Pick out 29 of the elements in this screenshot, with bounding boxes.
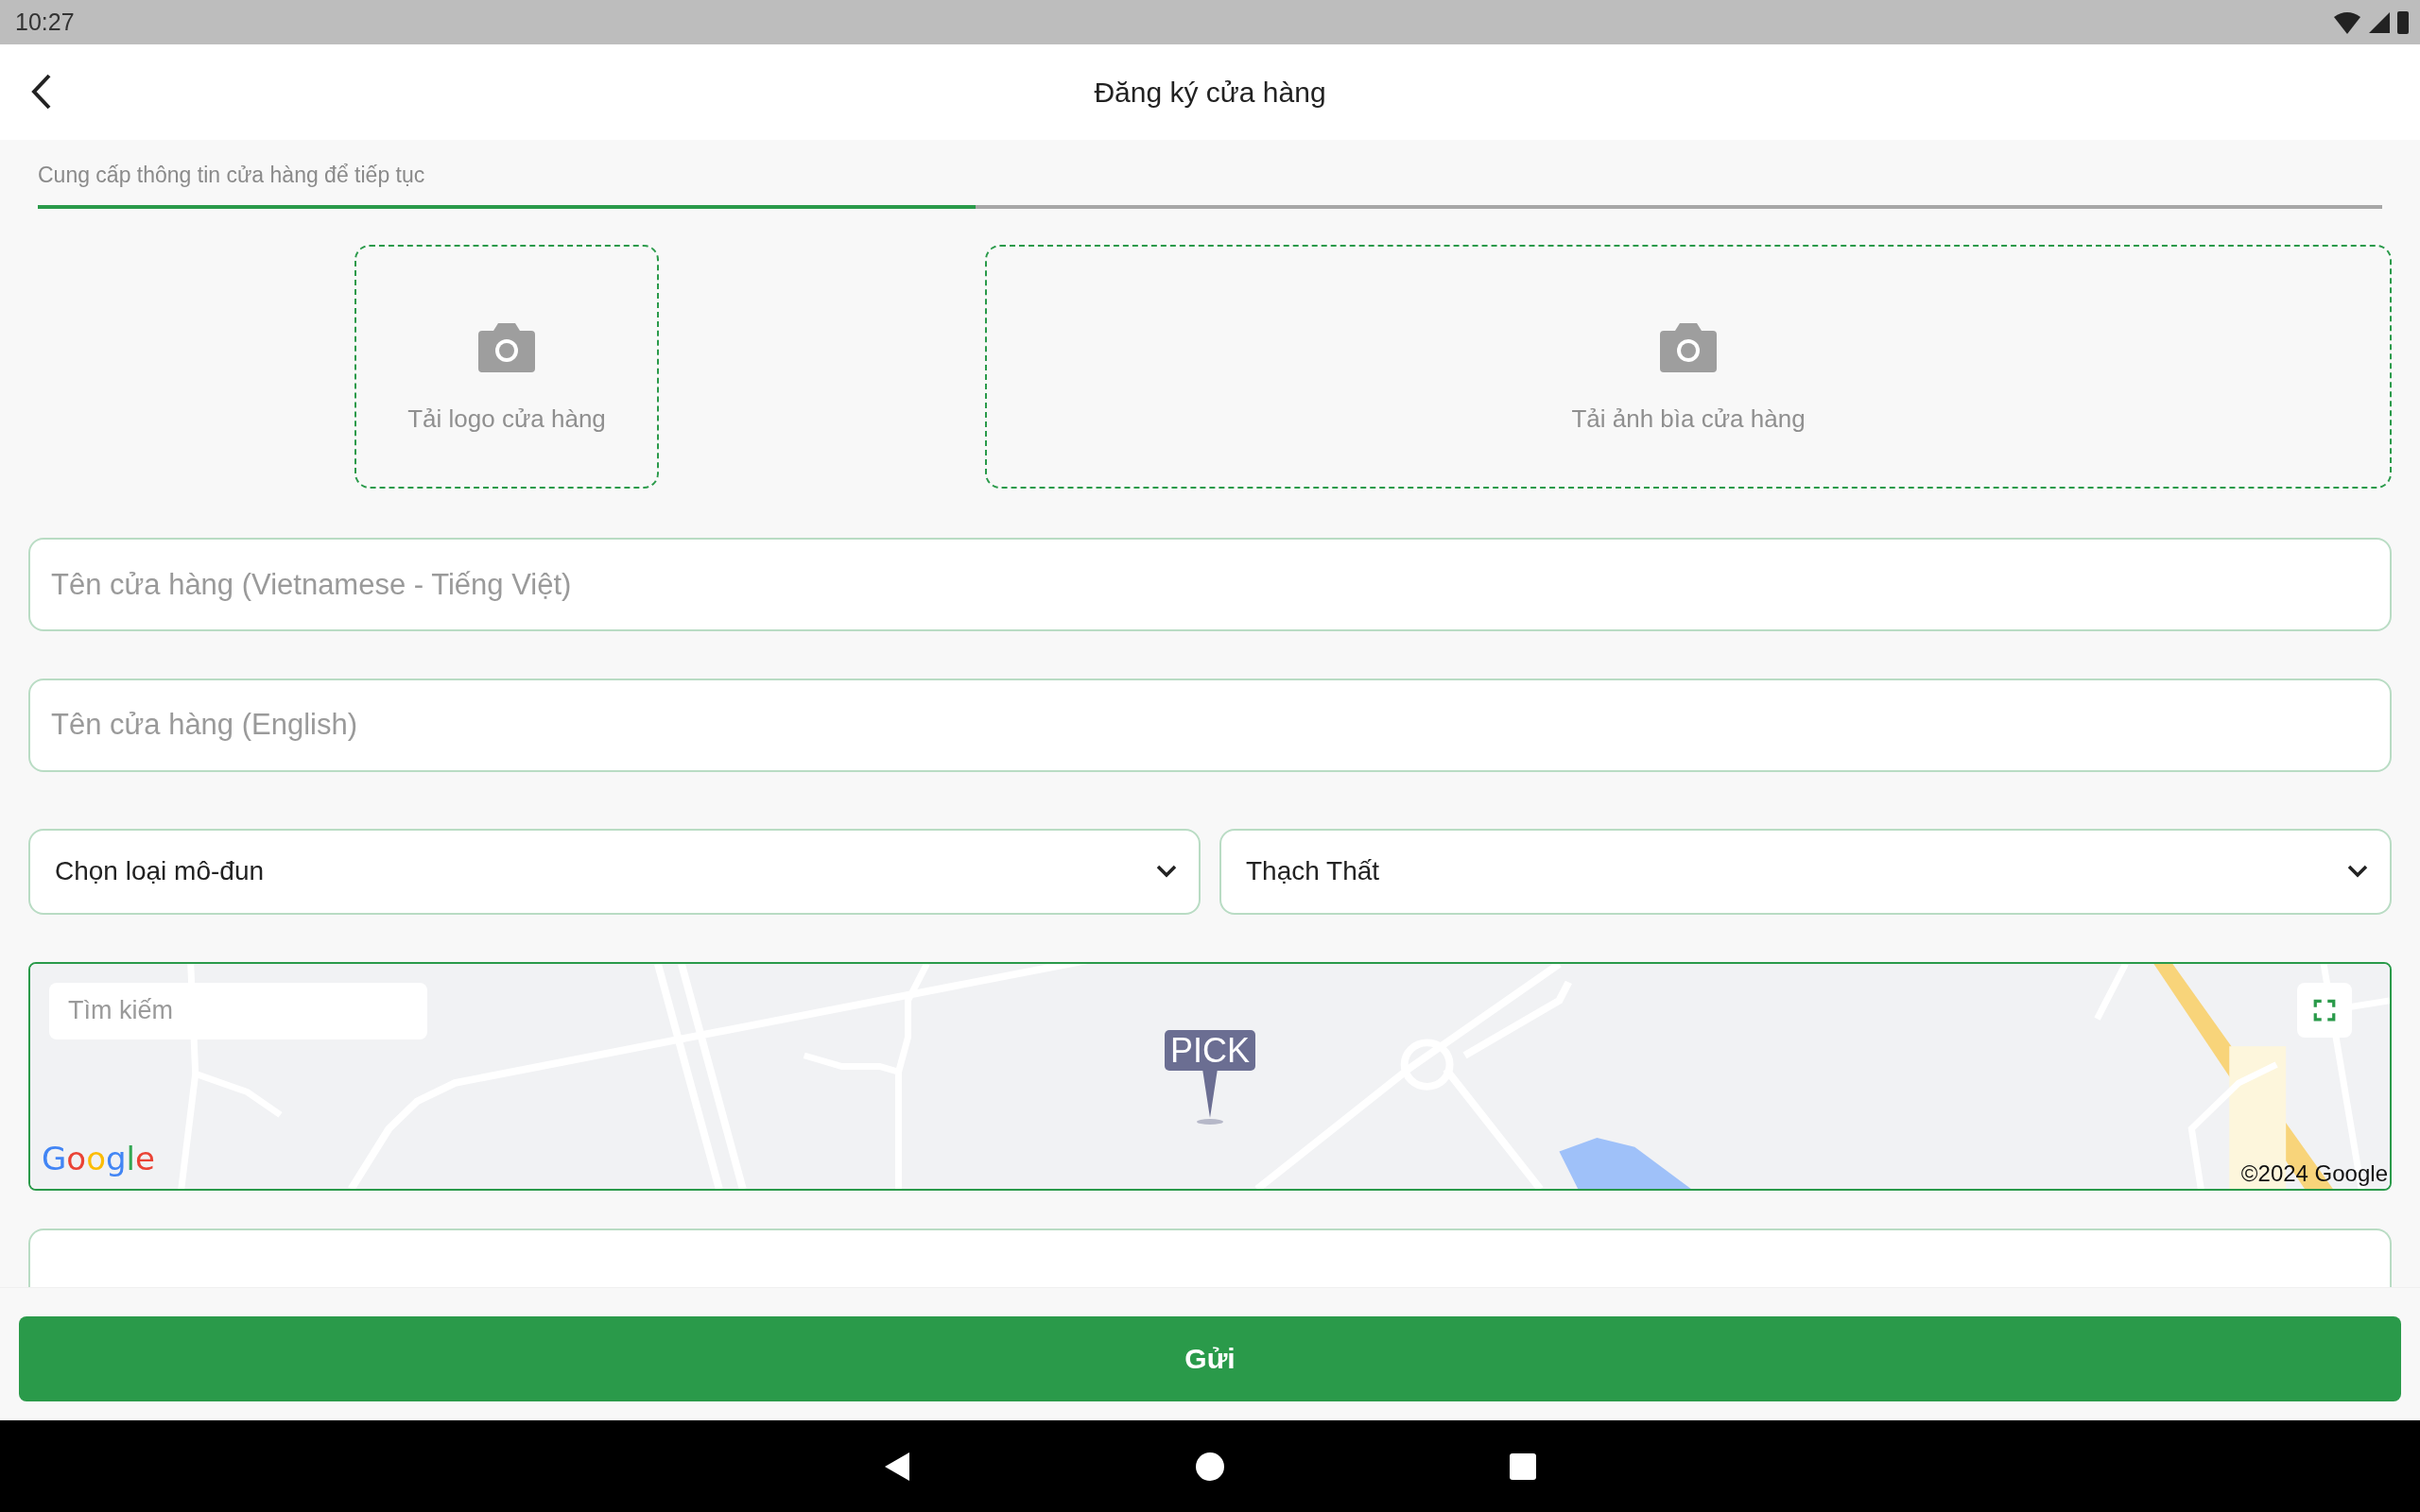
map-marker[interactable]: PICK [1165, 1029, 1256, 1072]
upload-label: Tải logo cửa hàng [407, 404, 606, 434]
recents-nav-icon[interactable] [1509, 1452, 1537, 1481]
battery-icon [2397, 10, 2409, 34]
back-icon[interactable] [30, 73, 53, 111]
input-field[interactable]: Tên cửa hàng (Vietnamese - Tiếng Việt) [28, 538, 2392, 631]
dropdown[interactable]: Chọn loại mô-đun [28, 828, 1201, 915]
fullscreen-icon [2312, 997, 2337, 1022]
input-field[interactable]: Tên cửa hàng (English) [28, 678, 2392, 772]
page-title: Đăng ký cửa hàng [1094, 76, 1326, 109]
chevron-down-icon [1155, 864, 1178, 880]
map-copyright: ©2024 Google [2240, 1160, 2388, 1187]
upload-label: Tải ảnh bìa cửa hàng [1571, 404, 1806, 434]
dropdown[interactable]: Thạch Thất [1219, 828, 2392, 915]
input-field[interactable] [28, 1228, 2392, 1287]
google-logo: Google [42, 1140, 155, 1177]
submit-button[interactable]: Gửi [19, 1316, 2401, 1401]
home-nav-icon[interactable] [1195, 1451, 1225, 1482]
progress-caption: Cung cấp thông tin cửa hàng để tiếp tục [38, 163, 426, 189]
map-search-field[interactable]: Tìm kiếm [49, 982, 427, 1040]
logo-upload-box[interactable]: Tải logo cửa hàng [354, 245, 659, 490]
cover-upload-box[interactable]: Tải ảnh bìa cửa hàng [985, 245, 2392, 490]
chevron-down-icon [2346, 864, 2369, 880]
status-time: 10:27 [15, 9, 75, 36]
map[interactable]: Tìm kiếm PICK Google ©2024 Google [28, 961, 2392, 1191]
fullscreen-button[interactable] [2297, 982, 2352, 1038]
signal-icon [2369, 11, 2390, 33]
back-nav-icon[interactable] [883, 1450, 911, 1483]
wifi-icon [2333, 9, 2361, 35]
